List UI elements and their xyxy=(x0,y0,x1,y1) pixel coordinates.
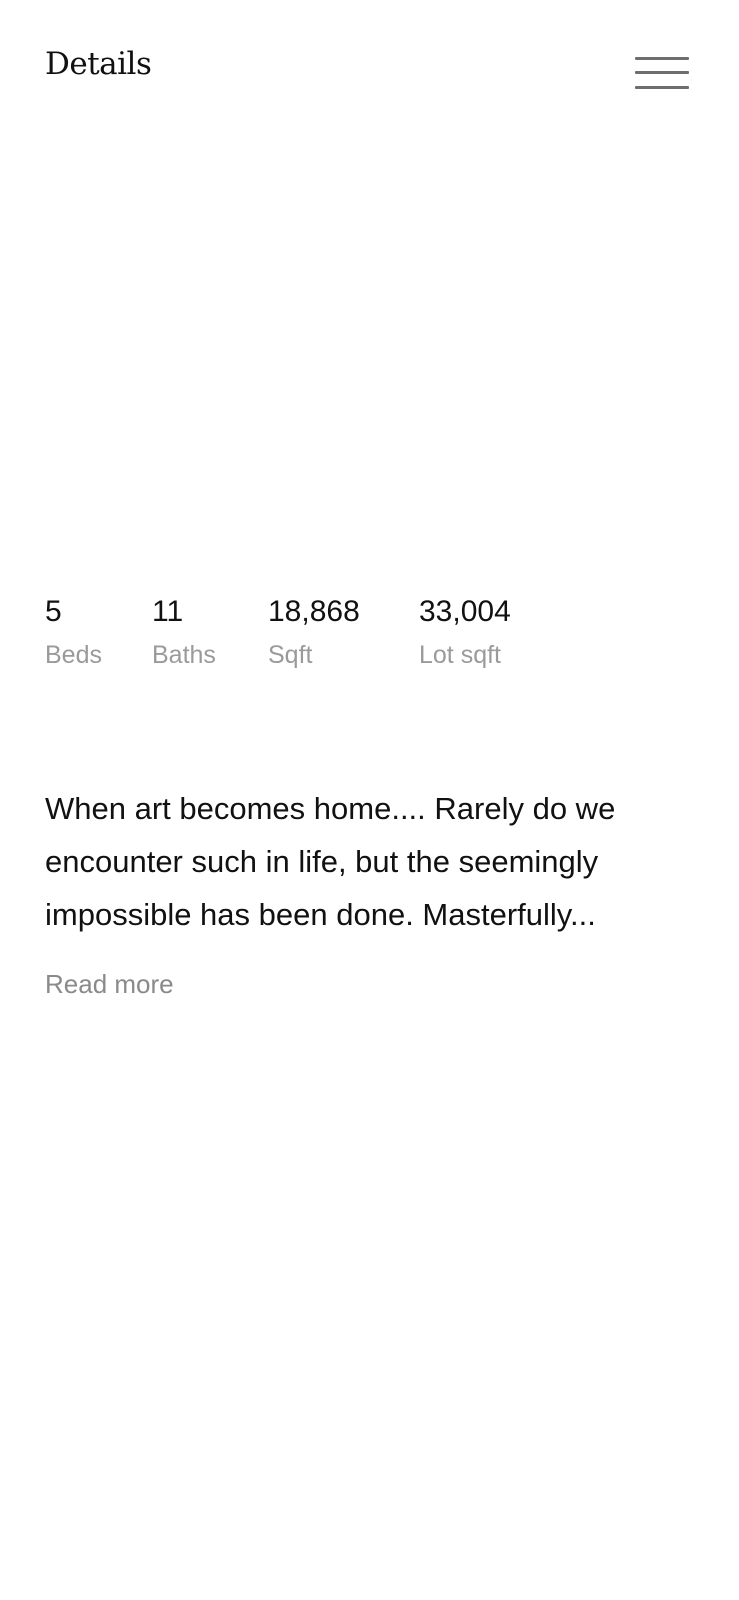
stat-baths: 11 Baths xyxy=(152,594,216,670)
read-more-link[interactable]: Read more xyxy=(45,968,174,1000)
stat-beds: 5 Beds xyxy=(45,594,102,670)
stat-sqft-label: Sqft xyxy=(268,641,313,669)
stat-beds-value: 5 xyxy=(45,595,62,628)
stat-baths-value: 11 xyxy=(152,595,184,628)
page-title: Details xyxy=(45,46,152,82)
menu-line-top xyxy=(635,57,689,60)
stat-sqft: 18,868 Sqft xyxy=(268,594,360,670)
hamburger-menu-icon[interactable] xyxy=(633,52,691,96)
stat-lot-sqft-value: 33,004 xyxy=(419,595,511,628)
property-description: When art becomes home.... Rarely do we e… xyxy=(45,791,616,932)
stat-baths-label: Baths xyxy=(152,641,216,669)
menu-line-bottom xyxy=(635,86,689,89)
stat-lot-sqft: 33,004 Lot sqft xyxy=(419,594,511,670)
header: Details xyxy=(0,0,739,140)
stat-beds-label: Beds xyxy=(45,641,102,669)
stat-lot-sqft-label: Lot sqft xyxy=(419,641,501,669)
menu-line-middle xyxy=(635,71,689,74)
stat-sqft-value: 18,868 xyxy=(268,595,360,628)
